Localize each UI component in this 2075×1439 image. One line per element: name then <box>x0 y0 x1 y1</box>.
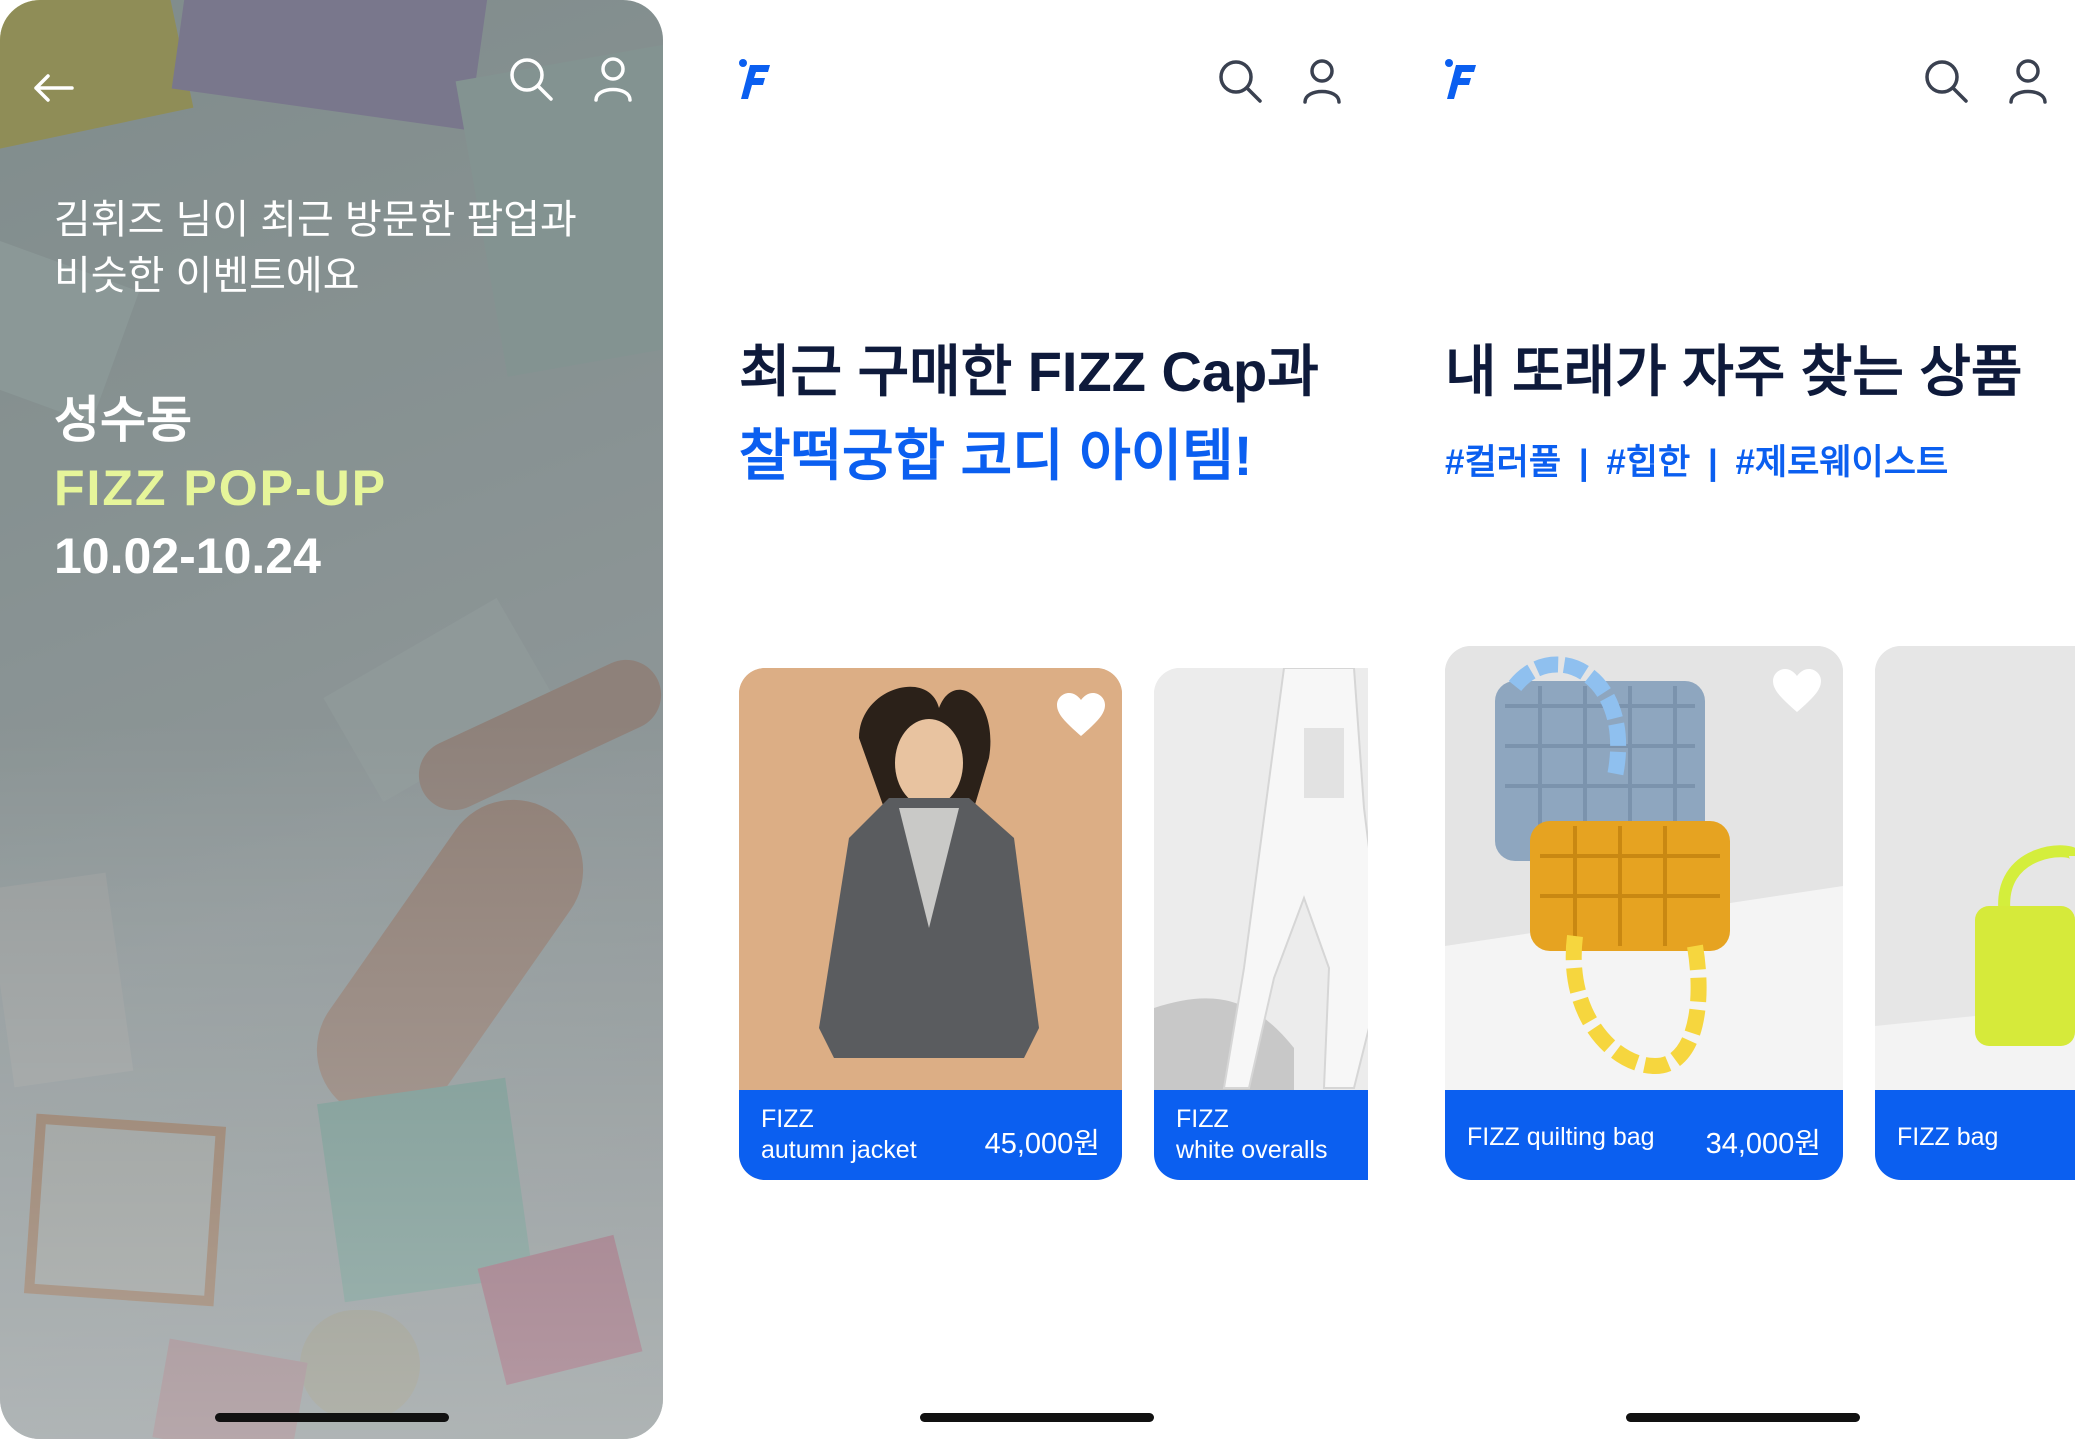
recommendation-subtitle: 김휘즈 님이 최근 방문한 팝업과 비슷한 이벤트에요 <box>54 192 614 304</box>
search-icon[interactable] <box>508 56 554 102</box>
subtitle-line-2: 비슷한 이벤트에요 <box>54 254 360 298</box>
popup-event-screen: 김휘즈 님이 최근 방문한 팝업과 비슷한 이벤트에요 성수동 FIZZ POP… <box>0 0 663 1439</box>
search-icon[interactable] <box>1923 58 1969 104</box>
product-title: white overalls <box>1176 1136 1328 1164</box>
event-dates: 10.02-10.24 <box>54 528 321 584</box>
event-name: FIZZ POP-UP <box>54 460 388 516</box>
product-card[interactable]: FIZZ white overalls <box>1154 668 1368 1180</box>
product-info-bar: FIZZ autumn jacket 45,000원 <box>739 1090 1122 1180</box>
product-card[interactable]: FIZZ autumn jacket 45,000원 <box>739 668 1122 1180</box>
fizz-logo[interactable] <box>1444 57 1480 108</box>
search-icon[interactable] <box>1217 58 1263 104</box>
product-card[interactable]: FIZZ bag <box>1875 646 2075 1180</box>
event-location: 성수동 <box>54 392 192 448</box>
product-title: autumn jacket <box>761 1136 917 1164</box>
product-name: FIZZ autumn jacket <box>761 1104 917 1166</box>
user-icon[interactable] <box>2007 58 2049 104</box>
page-heading: 최근 구매한 FIZZ Cap과 찰떡궁합 코디 아이템! <box>739 330 1319 498</box>
coordi-recommendation-screen: 최근 구매한 FIZZ Cap과 찰떡궁합 코디 아이템! FIZZ autum… <box>705 0 1368 1439</box>
product-name: FIZZ white overalls <box>1176 1104 1327 1166</box>
event-info[interactable]: 성수동 FIZZ POP-UP 10.02-10.24 <box>54 386 387 590</box>
hashtag-list: #컬러풀 | #힙한 | #제로웨이스트 <box>1445 434 1956 485</box>
back-arrow-icon[interactable] <box>32 70 76 106</box>
home-indicator <box>920 1413 1154 1422</box>
subtitle-line-1: 김휘즈 님이 최근 방문한 팝업과 <box>54 198 577 242</box>
product-price: 45,000원 <box>984 1128 1100 1160</box>
product-info-bar: FIZZ white overalls <box>1154 1090 1368 1180</box>
hashtag[interactable]: #힙한 <box>1606 443 1690 482</box>
hashtag[interactable]: #컬러풀 <box>1445 443 1561 482</box>
hashtag[interactable]: #제로웨이스트 <box>1735 443 1948 482</box>
tag-divider: | <box>1707 443 1718 482</box>
product-info-bar: FIZZ bag <box>1875 1090 2075 1180</box>
heart-icon[interactable] <box>1771 668 1823 719</box>
heading-line-1: 최근 구매한 FIZZ Cap과 <box>739 340 1319 403</box>
product-price: 34,000원 <box>1705 1128 1821 1160</box>
home-indicator <box>215 1413 449 1422</box>
product-name: FIZZ bag <box>1897 1123 1999 1151</box>
heading-line-2: 찰떡궁합 코디 아이템! <box>739 424 1253 487</box>
peer-popular-products-screen: 내 또래가 자주 찾는 상품 #컬러풀 | #힙한 | #제로웨이스트 FIZZ <box>1411 0 2075 1439</box>
heading-line: 내 또래가 자주 찾는 상품 <box>1445 340 2023 403</box>
fizz-logo[interactable] <box>738 57 774 108</box>
product-card[interactable]: FIZZ quilting bag 34,000원 <box>1445 646 1843 1180</box>
heart-icon[interactable] <box>1055 692 1107 743</box>
tag-divider: | <box>1578 443 1589 482</box>
user-icon[interactable] <box>592 56 634 102</box>
light-fade-overlay <box>0 719 663 1439</box>
user-icon[interactable] <box>1301 58 1343 104</box>
home-indicator <box>1626 1413 1860 1422</box>
product-brand: FIZZ <box>1176 1105 1229 1133</box>
product-brand: FIZZ <box>761 1105 814 1133</box>
page-heading: 내 또래가 자주 찾는 상품 <box>1445 330 2022 414</box>
product-info-bar: FIZZ quilting bag 34,000원 <box>1445 1090 1843 1180</box>
product-name: FIZZ quilting bag <box>1467 1123 1655 1151</box>
